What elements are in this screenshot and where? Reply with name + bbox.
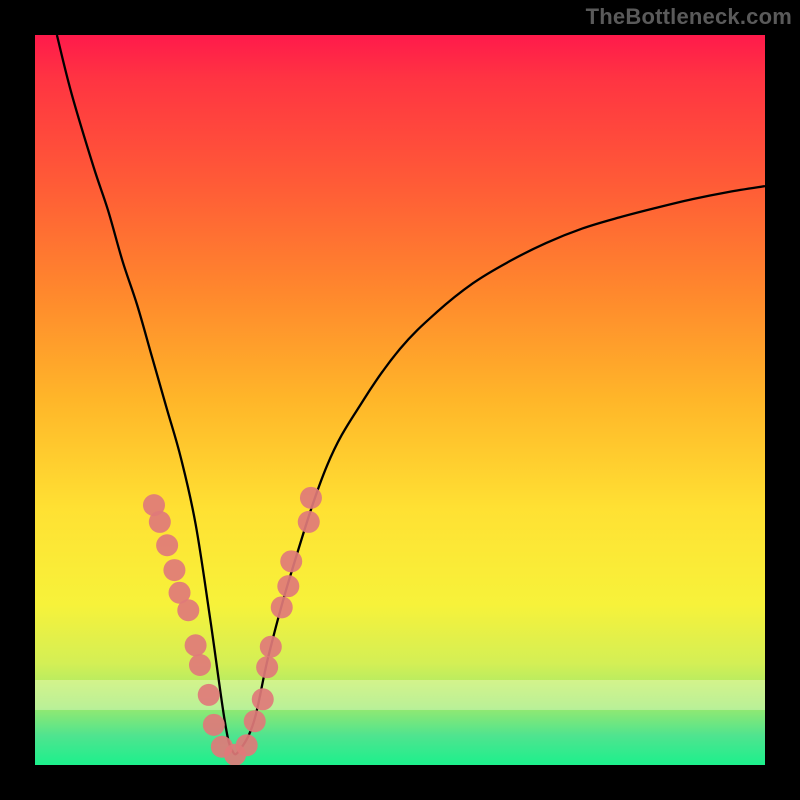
data-marker: [156, 534, 178, 556]
data-marker: [244, 710, 266, 732]
data-marker: [300, 487, 322, 509]
data-marker: [163, 559, 185, 581]
data-marker: [185, 634, 207, 656]
chart-frame: TheBottleneck.com: [0, 0, 800, 800]
data-marker: [252, 688, 274, 710]
data-marker: [256, 656, 278, 678]
data-marker: [177, 599, 199, 621]
data-marker: [298, 511, 320, 533]
marker-group: [143, 487, 322, 765]
data-marker: [189, 654, 211, 676]
data-marker: [280, 550, 302, 572]
data-marker: [149, 511, 171, 533]
data-marker: [271, 596, 293, 618]
watermark-text: TheBottleneck.com: [586, 4, 792, 30]
data-marker: [260, 636, 282, 658]
data-marker: [236, 734, 258, 756]
data-marker: [277, 575, 299, 597]
data-marker: [198, 684, 220, 706]
plot-svg: [35, 35, 765, 765]
data-marker: [203, 714, 225, 736]
bottleneck-curve: [57, 35, 765, 754]
